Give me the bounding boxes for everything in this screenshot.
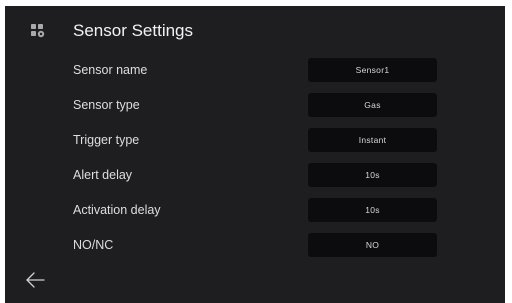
sensor-settings-screen: Sensor Settings Sensor name Sensor1 Sens… <box>5 6 505 303</box>
setting-label-alert-delay: Alert delay <box>73 168 133 182</box>
setting-row-no-nc: NO/NC NO <box>73 233 437 257</box>
setting-label-sensor-type: Sensor type <box>73 98 140 112</box>
no-nc-select[interactable]: NO <box>308 233 437 257</box>
setting-label-no-nc: NO/NC <box>73 238 114 252</box>
setting-label-trigger-type: Trigger type <box>73 133 140 147</box>
arrow-left-icon[interactable] <box>24 271 46 289</box>
setting-row-trigger-type: Trigger type Instant <box>73 128 437 152</box>
setting-label-activation-delay: Activation delay <box>73 203 161 217</box>
setting-row-sensor-type: Sensor type Gas <box>73 93 437 117</box>
trigger-type-select[interactable]: Instant <box>308 128 437 152</box>
activation-delay-select[interactable]: 10s <box>308 198 437 222</box>
setting-row-activation-delay: Activation delay 10s <box>73 198 437 222</box>
setting-row-alert-delay: Alert delay 10s <box>73 163 437 187</box>
setting-row-sensor-name: Sensor name Sensor1 <box>73 58 437 82</box>
settings-grid-icon <box>31 24 45 38</box>
page-title: Sensor Settings <box>73 21 194 40</box>
alert-delay-select[interactable]: 10s <box>308 163 437 187</box>
sensor-type-select[interactable]: Gas <box>308 93 437 117</box>
sensor-name-field[interactable]: Sensor1 <box>308 58 437 82</box>
setting-label-sensor-name: Sensor name <box>73 63 148 77</box>
